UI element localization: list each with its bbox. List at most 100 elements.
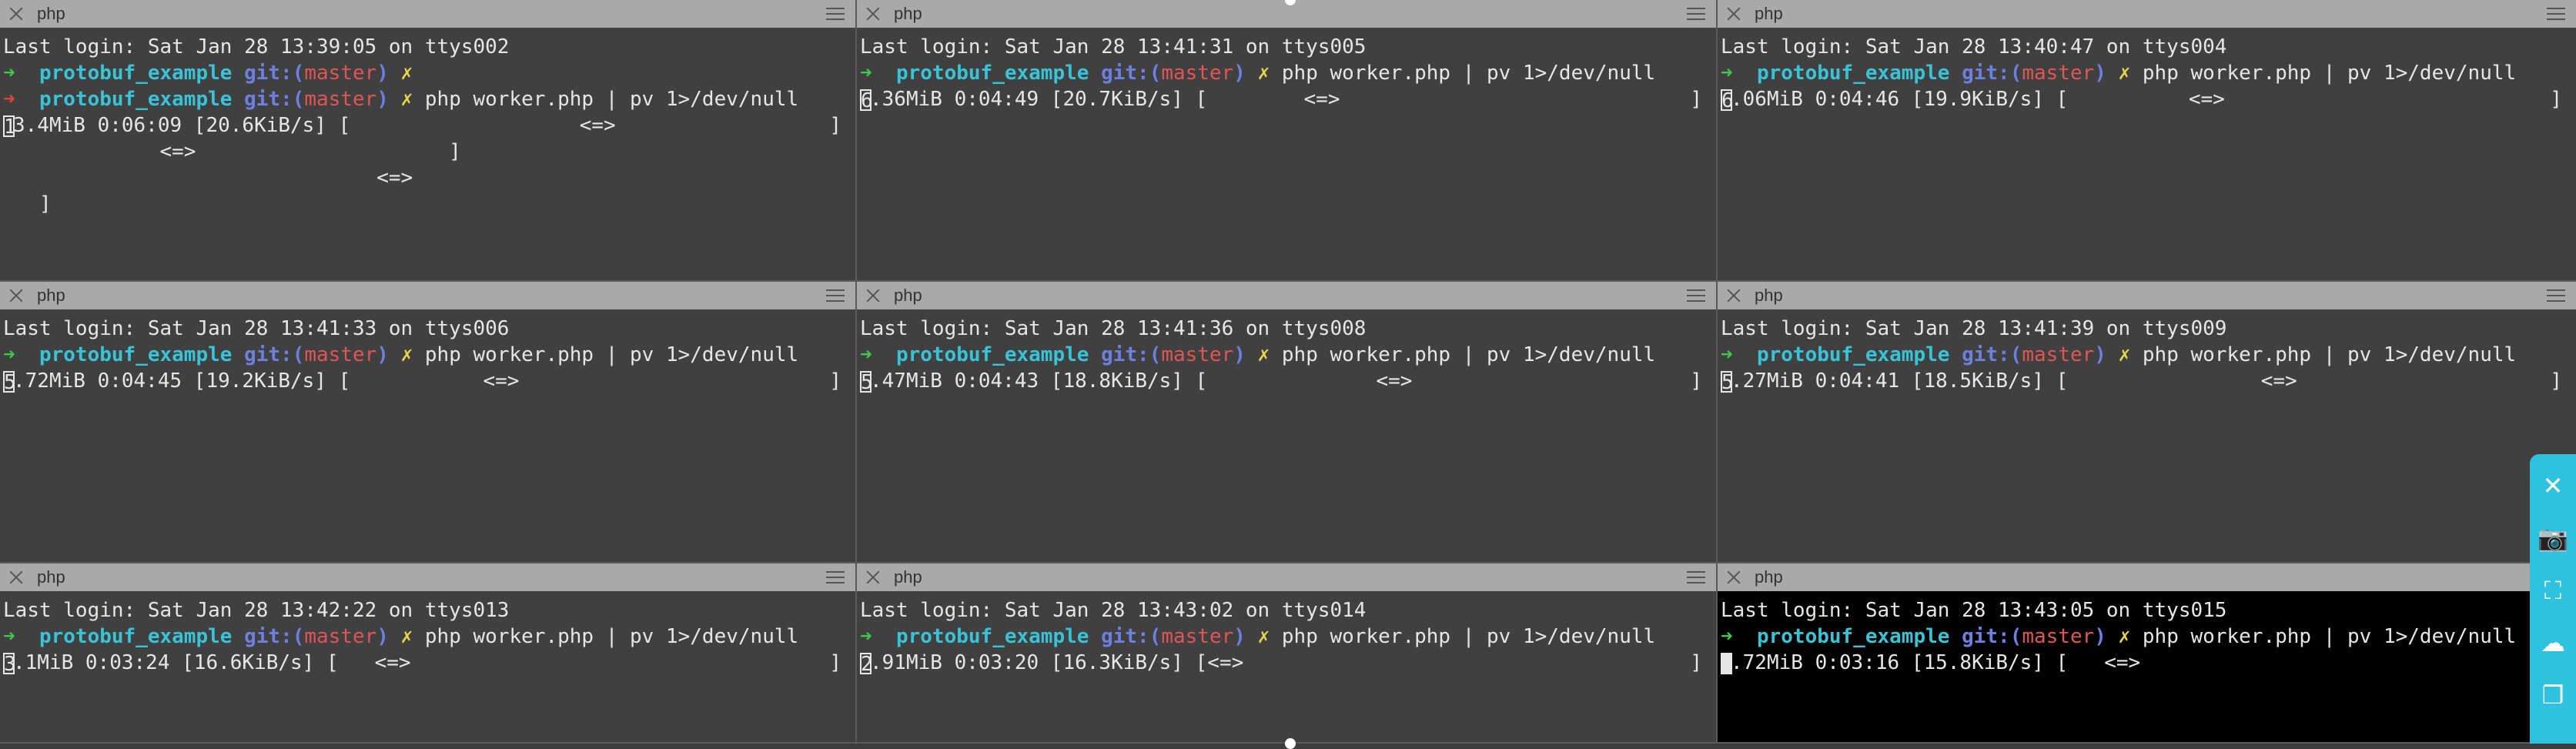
repo-name: protobuf_example bbox=[1756, 343, 1950, 366]
hamburger-menu-icon[interactable] bbox=[826, 8, 845, 20]
hamburger-menu-icon[interactable] bbox=[826, 289, 845, 302]
pane-tab[interactable]: php bbox=[857, 563, 1716, 591]
cursor-char: 5 bbox=[861, 370, 873, 394]
pane-tab[interactable]: php bbox=[1718, 563, 2576, 591]
pv-bracket-end: ] bbox=[1690, 651, 1702, 674]
command-text: php worker.php | pv 1>/dev/null bbox=[1281, 62, 1656, 85]
pv-bracket-end: ] bbox=[829, 369, 841, 393]
close-icon[interactable] bbox=[8, 569, 25, 586]
prompt-arrow-icon: ➜ bbox=[860, 625, 872, 648]
git-label: git:( bbox=[244, 88, 305, 111]
close-icon[interactable] bbox=[8, 287, 25, 304]
pane-tab[interactable]: php bbox=[1718, 0, 2576, 28]
pane-title: php bbox=[894, 4, 922, 23]
pane-title: php bbox=[37, 567, 65, 587]
dirty-marker: ✗ bbox=[2118, 343, 2131, 366]
terminal-output[interactable]: Last login: Sat Jan 28 13:43:02 on ttys0… bbox=[857, 591, 1716, 676]
terminal-pane[interactable]: php Last login: Sat Jan 28 13:41:36 on t… bbox=[857, 282, 1718, 563]
git-label: git:( bbox=[244, 62, 305, 85]
terminal-output[interactable]: Last login: Sat Jan 28 13:41:39 on ttys0… bbox=[1718, 309, 2576, 394]
hamburger-menu-icon[interactable] bbox=[2547, 8, 2565, 20]
terminal-cursor: 6 bbox=[1721, 89, 1734, 112]
git-label-close: ) bbox=[376, 343, 389, 366]
git-label: git:( bbox=[244, 625, 305, 648]
command-text: php worker.php | pv 1>/dev/null bbox=[1281, 343, 1656, 366]
pane-title: php bbox=[1755, 4, 1783, 23]
prompt-arrow-icon: ➜ bbox=[3, 62, 15, 85]
command-text: php worker.php | pv 1>/dev/null bbox=[424, 88, 799, 111]
pane-title: php bbox=[894, 286, 922, 305]
dirty-marker: ✗ bbox=[1257, 343, 1270, 366]
terminal-output[interactable]: Last login: Sat Jan 28 13:41:33 on ttys0… bbox=[0, 309, 855, 394]
terminal-output[interactable]: Last login: Sat Jan 28 13:41:36 on ttys0… bbox=[857, 309, 1716, 394]
command-text: php worker.php | pv 1>/dev/null bbox=[2142, 625, 2517, 648]
pv-progress-text: .47MiB 0:04:43 [18.8KiB/s] [ <=> bbox=[870, 369, 1413, 393]
git-label: git:( bbox=[1101, 343, 1162, 366]
pv-bracket-end: ] bbox=[2550, 88, 2562, 111]
git-branch: master bbox=[2022, 62, 2095, 85]
terminal-pane[interactable]: php Last login: Sat Jan 28 13:40:47 on t… bbox=[1718, 0, 2576, 282]
terminal-pane[interactable]: php Last login: Sat Jan 28 13:43:02 on t… bbox=[857, 563, 1718, 744]
git-branch: master bbox=[2022, 625, 2095, 648]
close-icon[interactable] bbox=[865, 287, 882, 304]
close-icon[interactable] bbox=[1725, 287, 1742, 304]
terminal-pane[interactable]: php Last login: Sat Jan 28 13:42:22 on t… bbox=[0, 563, 857, 744]
terminal-output[interactable]: Last login: Sat Jan 28 13:39:05 on ttys0… bbox=[0, 28, 855, 217]
output-line: Last login: Sat Jan 28 13:43:02 on ttys0… bbox=[860, 599, 1367, 622]
terminal-output[interactable]: Last login: Sat Jan 28 13:43:05 on ttys0… bbox=[1718, 591, 2576, 676]
close-icon[interactable] bbox=[1725, 5, 1742, 22]
pane-tab[interactable]: php bbox=[0, 563, 855, 591]
close-icon[interactable] bbox=[8, 5, 25, 22]
prompt-arrow-icon: ➜ bbox=[3, 88, 15, 111]
cursor-char: 6 bbox=[861, 89, 873, 112]
output-line: Last login: Sat Jan 28 13:41:33 on ttys0… bbox=[3, 317, 510, 340]
camera-icon[interactable]: 📷 bbox=[2538, 523, 2568, 553]
pane-tab[interactable]: php bbox=[857, 282, 1716, 309]
command-text: php worker.php | pv 1>/dev/null bbox=[2142, 343, 2517, 366]
divider-handle[interactable] bbox=[1285, 738, 1296, 749]
dirty-marker: ✗ bbox=[400, 62, 413, 85]
terminal-pane[interactable]: php Last login: Sat Jan 28 13:41:39 on t… bbox=[1718, 282, 2576, 563]
pane-tab[interactable]: php bbox=[1718, 282, 2576, 309]
git-label: git:( bbox=[1962, 343, 2022, 366]
close-icon[interactable]: ✕ bbox=[2538, 471, 2568, 500]
git-branch: master bbox=[1161, 625, 1234, 648]
terminal-cursor: 5 bbox=[3, 370, 16, 394]
pane-tab[interactable]: php bbox=[0, 0, 855, 28]
pv-progress-line: 13.4MiB 0:06:09 [20.6KiB/s] [ <=>] bbox=[3, 112, 852, 139]
output-line: Last login: Sat Jan 28 13:41:31 on ttys0… bbox=[860, 35, 1367, 59]
close-icon[interactable] bbox=[1725, 569, 1742, 586]
terminal-pane[interactable]: php Last login: Sat Jan 28 13:39:05 on t… bbox=[0, 0, 857, 282]
hamburger-menu-icon[interactable] bbox=[826, 571, 845, 583]
git-label: git:( bbox=[1101, 62, 1162, 85]
clipboard-icon[interactable]: ❐ bbox=[2538, 680, 2568, 710]
terminal-pane[interactable]: php Last login: Sat Jan 28 13:43:05 on t… bbox=[1718, 563, 2576, 744]
prompt-arrow-icon: ➜ bbox=[860, 62, 872, 85]
terminal-pane[interactable]: php Last login: Sat Jan 28 13:41:31 on t… bbox=[857, 0, 1718, 282]
repo-name: protobuf_example bbox=[895, 62, 1089, 85]
shell-prompt-line: ➜ protobuf_example git:(master) ✗ php wo… bbox=[1721, 624, 2573, 650]
close-icon[interactable] bbox=[865, 569, 882, 586]
terminal-output[interactable]: Last login: Sat Jan 28 13:41:31 on ttys0… bbox=[857, 28, 1716, 112]
cursor-char: 6 bbox=[1721, 89, 1734, 112]
pane-tab[interactable]: php bbox=[0, 282, 855, 309]
terminal-output[interactable]: Last login: Sat Jan 28 13:42:22 on ttys0… bbox=[0, 591, 855, 676]
pv-progress-text: .06MiB 0:04:46 [19.9KiB/s] [ <=> bbox=[1731, 88, 2225, 111]
dirty-marker: ✗ bbox=[400, 625, 413, 648]
cloud-upload-icon[interactable]: ☁ bbox=[2538, 628, 2568, 657]
pv-progress-text: 3.4MiB 0:06:09 [20.6KiB/s] [ <=> bbox=[13, 114, 616, 137]
close-icon[interactable] bbox=[865, 5, 882, 22]
hamburger-menu-icon[interactable] bbox=[1687, 571, 1705, 583]
hamburger-menu-icon[interactable] bbox=[2547, 289, 2565, 302]
terminal-output[interactable]: Last login: Sat Jan 28 13:40:47 on ttys0… bbox=[1718, 28, 2576, 112]
prompt-arrow-icon: ➜ bbox=[3, 625, 15, 648]
shell-prompt-line: ➜ protobuf_example git:(master) ✗ php wo… bbox=[1721, 60, 2573, 86]
hamburger-menu-icon[interactable] bbox=[1687, 8, 1705, 20]
git-branch: master bbox=[2022, 343, 2095, 366]
fullscreen-icon[interactable]: ⛶ bbox=[2538, 576, 2568, 605]
screenshot-toolbar: ✕ 📷 ⛶ ☁ ❐ bbox=[2530, 454, 2576, 744]
hamburger-menu-icon[interactable] bbox=[1687, 289, 1705, 302]
terminal-cursor: 5 bbox=[860, 370, 873, 394]
cursor-char: 2 bbox=[1721, 652, 1734, 676]
terminal-pane[interactable]: php Last login: Sat Jan 28 13:41:33 on t… bbox=[0, 282, 857, 563]
